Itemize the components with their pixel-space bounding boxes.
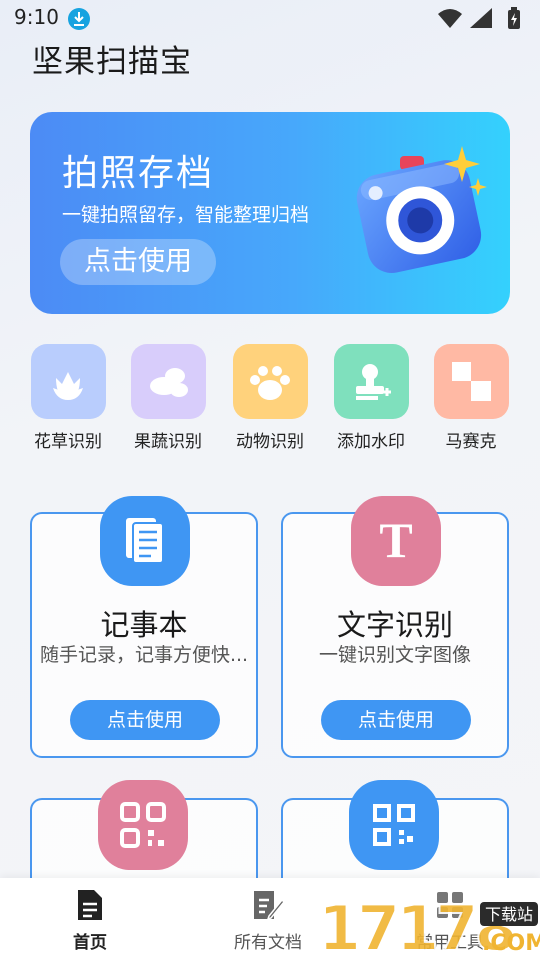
notepad-icon <box>100 496 190 586</box>
status-bar: 9:10 <box>0 0 540 36</box>
edit-document-icon <box>254 891 285 921</box>
camera-icon <box>356 146 487 273</box>
notepad-use-button[interactable]: 点击使用 <box>70 700 220 740</box>
nav-label: 所有文档 <box>234 933 302 953</box>
document-icon <box>78 890 102 920</box>
download-notification-icon <box>68 8 90 30</box>
banner-subtitle: 一键拍照留存，智能整理归档 <box>62 204 310 226</box>
qr-scan-icon <box>349 780 439 870</box>
banner-title: 拍照存档 <box>62 153 215 194</box>
vegetables-icon <box>130 344 206 419</box>
qr-code-icon <box>98 780 188 870</box>
status-icons <box>438 7 520 29</box>
site-watermark-logo: 17178 下载站 .COM <box>317 891 540 958</box>
feature-flower-recognition[interactable]: 花草识别 <box>23 344 113 452</box>
svg-text:下载站: 下载站 <box>485 905 533 924</box>
stamp-icon <box>333 344 409 419</box>
flower-icon <box>30 344 106 419</box>
feature-label: 果蔬识别 <box>134 432 202 452</box>
feature-animal-recognition[interactable]: 动物识别 <box>225 344 315 452</box>
feature-label: 添加水印 <box>337 432 405 452</box>
nav-home[interactable]: 首页 <box>30 888 150 953</box>
banner-use-button[interactable]: 点击使用 <box>60 239 216 285</box>
signal-icon <box>470 8 492 28</box>
text-recognition-use-button[interactable]: 点击使用 <box>321 700 471 740</box>
feature-add-watermark[interactable]: 添加水印 <box>326 344 416 452</box>
feature-mosaic[interactable]: 马赛克 <box>426 344 516 452</box>
notepad-card[interactable]: 记事本 随手记录，记事方便快... 点击使用 <box>30 496 258 758</box>
nav-label: 首页 <box>73 933 107 953</box>
card-title: 记事本 <box>100 608 188 642</box>
feature-label: 马赛克 <box>445 432 497 452</box>
feature-label: 动物识别 <box>236 432 304 452</box>
card-title: 文字识别 <box>336 608 453 642</box>
wifi-icon <box>438 9 462 28</box>
photo-archive-banner[interactable]: 拍照存档 一键拍照留存，智能整理归档 点击使用 <box>30 112 510 314</box>
feature-row: 花草识别 果蔬识别 动物识别 添加水印 马赛克 <box>0 344 540 454</box>
text-recognition-card[interactable]: T 文字识别 一键识别文字图像 点击使用 <box>281 496 509 758</box>
svg-text:.COM: .COM <box>482 931 540 956</box>
nav-all-documents[interactable]: 所有文档 <box>208 888 328 953</box>
status-time: 9:10 <box>14 5 59 29</box>
feature-produce-recognition[interactable]: 果蔬识别 <box>123 344 213 452</box>
card-description: 随手记录，记事方便快... <box>39 644 249 666</box>
card-description: 一键识别文字图像 <box>318 644 471 666</box>
svg-text:T: T <box>379 512 412 568</box>
text-recognition-icon: T <box>351 496 441 586</box>
mosaic-icon <box>433 344 509 419</box>
feature-label: 花草识别 <box>34 432 102 452</box>
paw-icon <box>232 344 308 419</box>
app-title: 坚果扫描宝 <box>32 44 192 80</box>
battery-icon <box>508 7 520 29</box>
